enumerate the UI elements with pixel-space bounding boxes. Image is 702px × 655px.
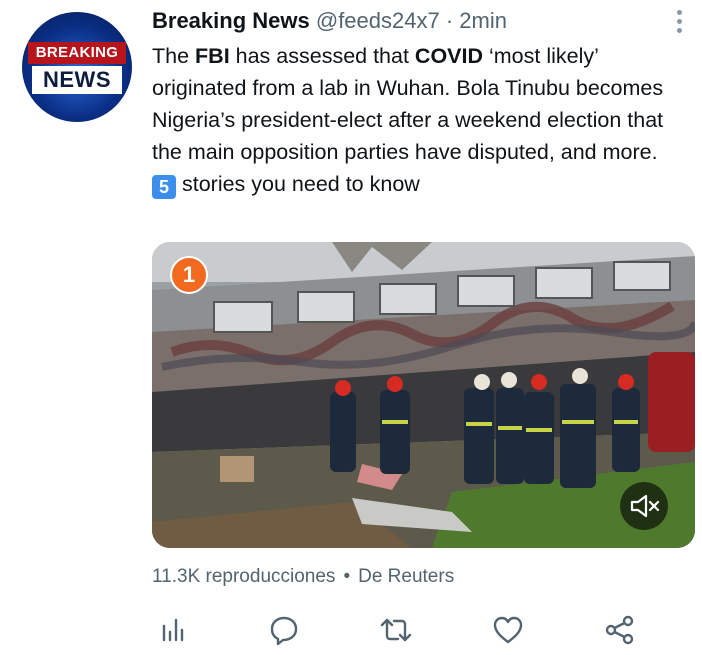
retweet-icon[interactable] <box>378 612 414 648</box>
tweet-text-part: The <box>152 44 196 68</box>
analytics-icon[interactable] <box>156 612 192 648</box>
tweet-text-part: stories you need to know <box>176 172 420 196</box>
author-name[interactable]: Breaking News <box>152 8 310 33</box>
header-separator: · <box>445 8 454 33</box>
view-count: 11.3K reproducciones <box>152 566 336 587</box>
reply-icon[interactable] <box>266 612 302 648</box>
more-options-icon[interactable] <box>669 6 689 36</box>
tweet-text-bold-covid: COVID <box>414 44 484 68</box>
train-crash-photo <box>152 242 695 548</box>
avatar-news-label: NEWS <box>32 66 122 94</box>
avatar-breaking-label: BREAKING <box>28 42 126 64</box>
action-bar <box>152 608 652 652</box>
like-icon[interactable] <box>490 612 526 648</box>
source-attribution[interactable]: De Reuters <box>358 566 454 587</box>
tweet-text: The FBI has assessed that COVID ‘most li… <box>152 40 682 200</box>
keycap-five-emoji: 5 <box>152 175 176 199</box>
speaker-muted-icon[interactable] <box>620 482 668 530</box>
avatar[interactable]: BREAKING NEWS <box>22 12 132 122</box>
story-number-badge: 1 <box>170 256 208 294</box>
author-handle[interactable]: @feeds24x7 <box>316 8 440 33</box>
stats-separator: • <box>343 566 351 587</box>
tweet-stats: 11.3K reproducciones • De Reuters <box>152 566 454 588</box>
tweet-media-video[interactable]: 1 <box>152 242 695 548</box>
tweet-header: Breaking News @feeds24x7 · 2min <box>152 8 507 34</box>
tweet-text-bold-fbi: FBI <box>195 44 230 68</box>
timestamp[interactable]: 2min <box>459 8 507 33</box>
share-icon[interactable] <box>602 612 638 648</box>
tweet-text-part: has assessed that <box>229 44 415 68</box>
